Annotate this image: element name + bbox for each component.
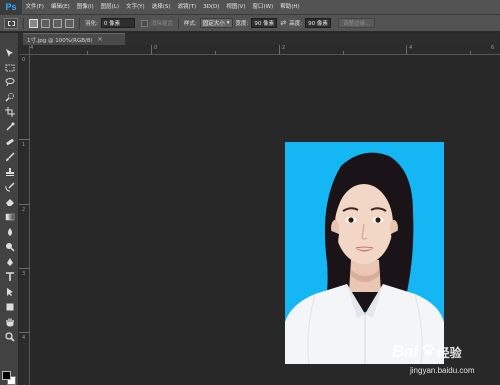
lasso-tool-icon[interactable] xyxy=(3,76,16,88)
tool-preset-picker[interactable] xyxy=(4,17,18,29)
tools-panel xyxy=(0,33,19,385)
paw-icon xyxy=(421,343,435,362)
ruler-tick xyxy=(215,51,216,55)
style-value: 固定大小 xyxy=(202,21,225,27)
add-selection-button[interactable] xyxy=(41,18,50,28)
blur-tool-icon[interactable] xyxy=(3,226,16,238)
portrait-photo xyxy=(285,152,444,364)
height-label: 高度: xyxy=(289,21,303,27)
horizontal-ruler[interactable]: 4 0 2 4 6 xyxy=(30,45,500,55)
menu-type[interactable]: 文字(Y) xyxy=(123,0,149,15)
menu-filter[interactable]: 滤镜(T) xyxy=(174,0,200,15)
ruler-label: 2 xyxy=(22,207,26,213)
ruler-tick xyxy=(279,45,280,55)
photoshop-window: Ps 文件(F) 编辑(E) 图像(I) 图层(L) 文字(Y) 选择(S) 滤… xyxy=(0,0,500,385)
eyedropper-tool-icon[interactable] xyxy=(3,121,16,133)
width-label: 宽度: xyxy=(235,21,249,27)
menu-select[interactable]: 选择(S) xyxy=(148,0,174,15)
ruler-tick xyxy=(19,332,30,333)
divider xyxy=(177,17,179,29)
document-tab-title: 1寸.jpg @ 100%(RGB/8) xyxy=(27,37,93,44)
menu-help[interactable]: 帮助(H) xyxy=(277,0,303,15)
antialias-label: 消除锯齿 xyxy=(150,21,173,27)
document-tab[interactable]: 1寸.jpg @ 100%(RGB/8) × xyxy=(23,33,125,45)
zoom-tool-icon[interactable] xyxy=(3,331,16,343)
healing-brush-tool-icon[interactable] xyxy=(3,136,16,148)
width-input[interactable]: 90 像素 xyxy=(251,18,278,28)
menu-image[interactable]: 图像(I) xyxy=(73,0,97,15)
divider xyxy=(79,17,80,29)
color-swatches[interactable] xyxy=(2,371,17,385)
divider xyxy=(23,17,24,29)
ruler-tick xyxy=(19,268,30,269)
chevron-down-icon: ▾ xyxy=(226,20,230,26)
ruler-tick xyxy=(343,51,344,55)
feather-input[interactable]: 0 像素 xyxy=(100,18,135,28)
hand-tool-icon[interactable] xyxy=(3,316,16,328)
ruler-label: 0 xyxy=(22,57,26,63)
options-bar: 羽化: 0 像素 消除锯齿 样式: 固定大小 ▾ 宽度: 90 像素 ⇄ 高度:… xyxy=(0,15,500,32)
ruler-label: 1 xyxy=(22,142,26,148)
clone-stamp-tool-icon[interactable] xyxy=(3,166,16,178)
subtract-selection-button[interactable] xyxy=(53,18,62,28)
ruler-label: 4 xyxy=(22,335,26,341)
ruler-label: 6 xyxy=(491,45,495,51)
pen-tool-icon[interactable] xyxy=(3,256,16,268)
ruler-label: 0 xyxy=(154,45,158,51)
refine-edge-button[interactable]: 调整边缘... xyxy=(338,18,376,28)
watermark-suffix: 经验 xyxy=(437,345,462,360)
menu-3d[interactable]: 3D(D) xyxy=(200,0,223,15)
height-input[interactable]: 90 像素 xyxy=(305,18,332,28)
path-selection-tool-icon[interactable] xyxy=(3,286,16,298)
menu-window[interactable]: 窗口(W) xyxy=(249,0,277,15)
menu-file[interactable]: 文件(F) xyxy=(22,0,47,15)
photoshop-logo: Ps xyxy=(0,0,22,15)
move-tool-icon[interactable] xyxy=(3,47,16,59)
antialias-checkbox[interactable] xyxy=(140,19,148,27)
menu-edit[interactable]: 编辑(E) xyxy=(47,0,73,15)
gradient-tool-icon[interactable] xyxy=(3,211,16,223)
document-image[interactable] xyxy=(285,142,444,364)
crop-tool-icon[interactable] xyxy=(3,106,16,118)
ruler-tick xyxy=(406,45,407,55)
dodge-tool-icon[interactable] xyxy=(3,241,16,253)
eraser-tool-icon[interactable] xyxy=(3,196,16,208)
quick-selection-tool-icon[interactable] xyxy=(3,91,16,103)
menu-bar: Ps 文件(F) 编辑(E) 图像(I) 图层(L) 文字(Y) 选择(S) 滤… xyxy=(0,0,500,15)
watermark-brand: Bai xyxy=(392,342,418,361)
watermark-url: jingyan.baidu.com xyxy=(410,366,475,375)
ruler-label: 2 xyxy=(282,45,286,51)
type-tool-icon[interactable] xyxy=(3,271,16,283)
ruler-label: 3 xyxy=(22,271,26,277)
style-label: 样式: xyxy=(183,21,197,27)
swap-icon[interactable]: ⇄ xyxy=(280,19,286,27)
ruler-tick xyxy=(19,204,30,205)
style-dropdown[interactable]: 固定大小 ▾ xyxy=(199,18,233,28)
brush-tool-icon[interactable] xyxy=(3,151,16,163)
new-selection-button[interactable] xyxy=(29,18,38,28)
vertical-ruler[interactable]: 0 1 2 3 4 xyxy=(19,55,30,385)
ruler-label: 4 xyxy=(409,45,413,51)
feather-label: 羽化: xyxy=(85,21,98,27)
history-brush-tool-icon[interactable] xyxy=(3,181,16,193)
document-tab-bar: 1寸.jpg @ 100%(RGB/8) × xyxy=(19,33,500,45)
foreground-color-swatch[interactable] xyxy=(2,371,11,380)
marquee-tool-icon[interactable] xyxy=(3,62,16,74)
shape-tool-icon[interactable] xyxy=(3,301,16,313)
baidu-watermark: Bai 经验 xyxy=(392,342,462,362)
ruler-label: 4 xyxy=(30,45,34,51)
ruler-origin[interactable] xyxy=(19,45,30,55)
ruler-tick xyxy=(87,51,88,55)
ruler-tick xyxy=(151,45,152,55)
ruler-tick xyxy=(19,139,30,140)
rect-marquee-icon xyxy=(7,20,15,26)
menu-layer[interactable]: 图层(L) xyxy=(97,0,122,15)
close-icon[interactable]: × xyxy=(97,36,102,43)
intersect-selection-button[interactable] xyxy=(65,18,74,28)
ruler-tick xyxy=(470,51,471,55)
menu-view[interactable]: 视图(V) xyxy=(223,0,249,15)
